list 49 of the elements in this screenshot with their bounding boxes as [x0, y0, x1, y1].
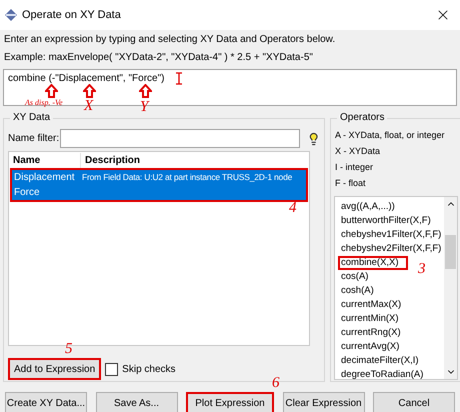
operator-item[interactable]: currentMax(X) [338, 298, 404, 312]
dialog-button[interactable]: Plot Expression [186, 392, 274, 412]
scrollbar-thumb[interactable] [445, 235, 456, 269]
operator-item[interactable]: chebyshev2Filter(X,F,F) [338, 242, 444, 256]
text-cursor-icon [175, 72, 183, 85]
dialog-button[interactable]: Save As... [96, 392, 178, 412]
window-title: Operate on XY Data [22, 8, 121, 23]
dialog-button[interactable]: Clear Expression [282, 392, 364, 412]
column-header[interactable]: Description [81, 152, 140, 168]
dialog-button[interactable]: Create XY Data... [5, 392, 87, 412]
dialog-button[interactable]: Cancel [373, 392, 455, 412]
annotation-number: 3 [418, 262, 426, 277]
operator-item[interactable]: degreeToRadian(A) [338, 368, 426, 382]
operator-item[interactable]: avg((A,A,...)) [338, 200, 398, 214]
operator-item[interactable]: cosh(A) [338, 284, 377, 298]
table-cell: From Field Data: U:U2 at part instance TRUSS_2D-1 node [82, 171, 292, 184]
operator-item[interactable]: currentAvg(X) [338, 340, 402, 354]
operator-item[interactable]: combine(X,X) [338, 256, 408, 270]
arrow-icon [45, 84, 58, 98]
annotation-number: 6 [272, 376, 280, 391]
legend-text: A - XYData, float, or integer [334, 129, 446, 142]
arrow-icon [139, 84, 152, 98]
legend-text: F - float [334, 177, 367, 190]
add-to-expression-button[interactable]: Add to Expression [8, 358, 102, 380]
annotation-note: As disp. -Ve [25, 98, 63, 107]
annotation-number: 4 [289, 201, 296, 216]
legend-text: I - integer [334, 161, 374, 174]
operator-item[interactable]: currentRng(X) [338, 326, 404, 340]
operator-item[interactable]: decimateFilter(X,I) [338, 354, 422, 368]
table-cell-text: Force [13, 186, 41, 200]
operator-item[interactable]: chebyshev1Filter(X,F,F) [338, 228, 444, 242]
legend-text: X - XYData [334, 145, 382, 158]
app-icon [5, 9, 17, 21]
table-row[interactable]: Force [12, 185, 306, 200]
arrow-icon [83, 84, 96, 98]
column-header[interactable]: Name [9, 152, 81, 168]
group-title: Operators [337, 111, 388, 125]
instruction-text: Example: maxEnvelope( "XYData-2", "XYData-4" ) * 2.5 + "XYData-5" [3, 51, 314, 65]
operator-item[interactable]: currentMin(X) [338, 312, 402, 326]
skip-checks-checkbox[interactable] [105, 362, 118, 376]
operator-item[interactable]: cos(A) [338, 270, 372, 284]
operator-item[interactable]: butterworthFilter(X,F) [338, 214, 434, 228]
name-filter-field[interactable] [60, 129, 300, 148]
table-cell-text: Displacement [13, 171, 76, 185]
annotation-number: 5 [65, 342, 72, 357]
instruction-text: Enter an expression by typing and selecting XY Data and Operators below. [3, 33, 336, 47]
checkbox-label: Skip checks [122, 362, 176, 376]
table-row[interactable]: Displacement From Field Data: U:U2 at part instance TRUSS_2D-1 node [12, 170, 306, 185]
filter-label: Name filter: [8, 132, 60, 146]
